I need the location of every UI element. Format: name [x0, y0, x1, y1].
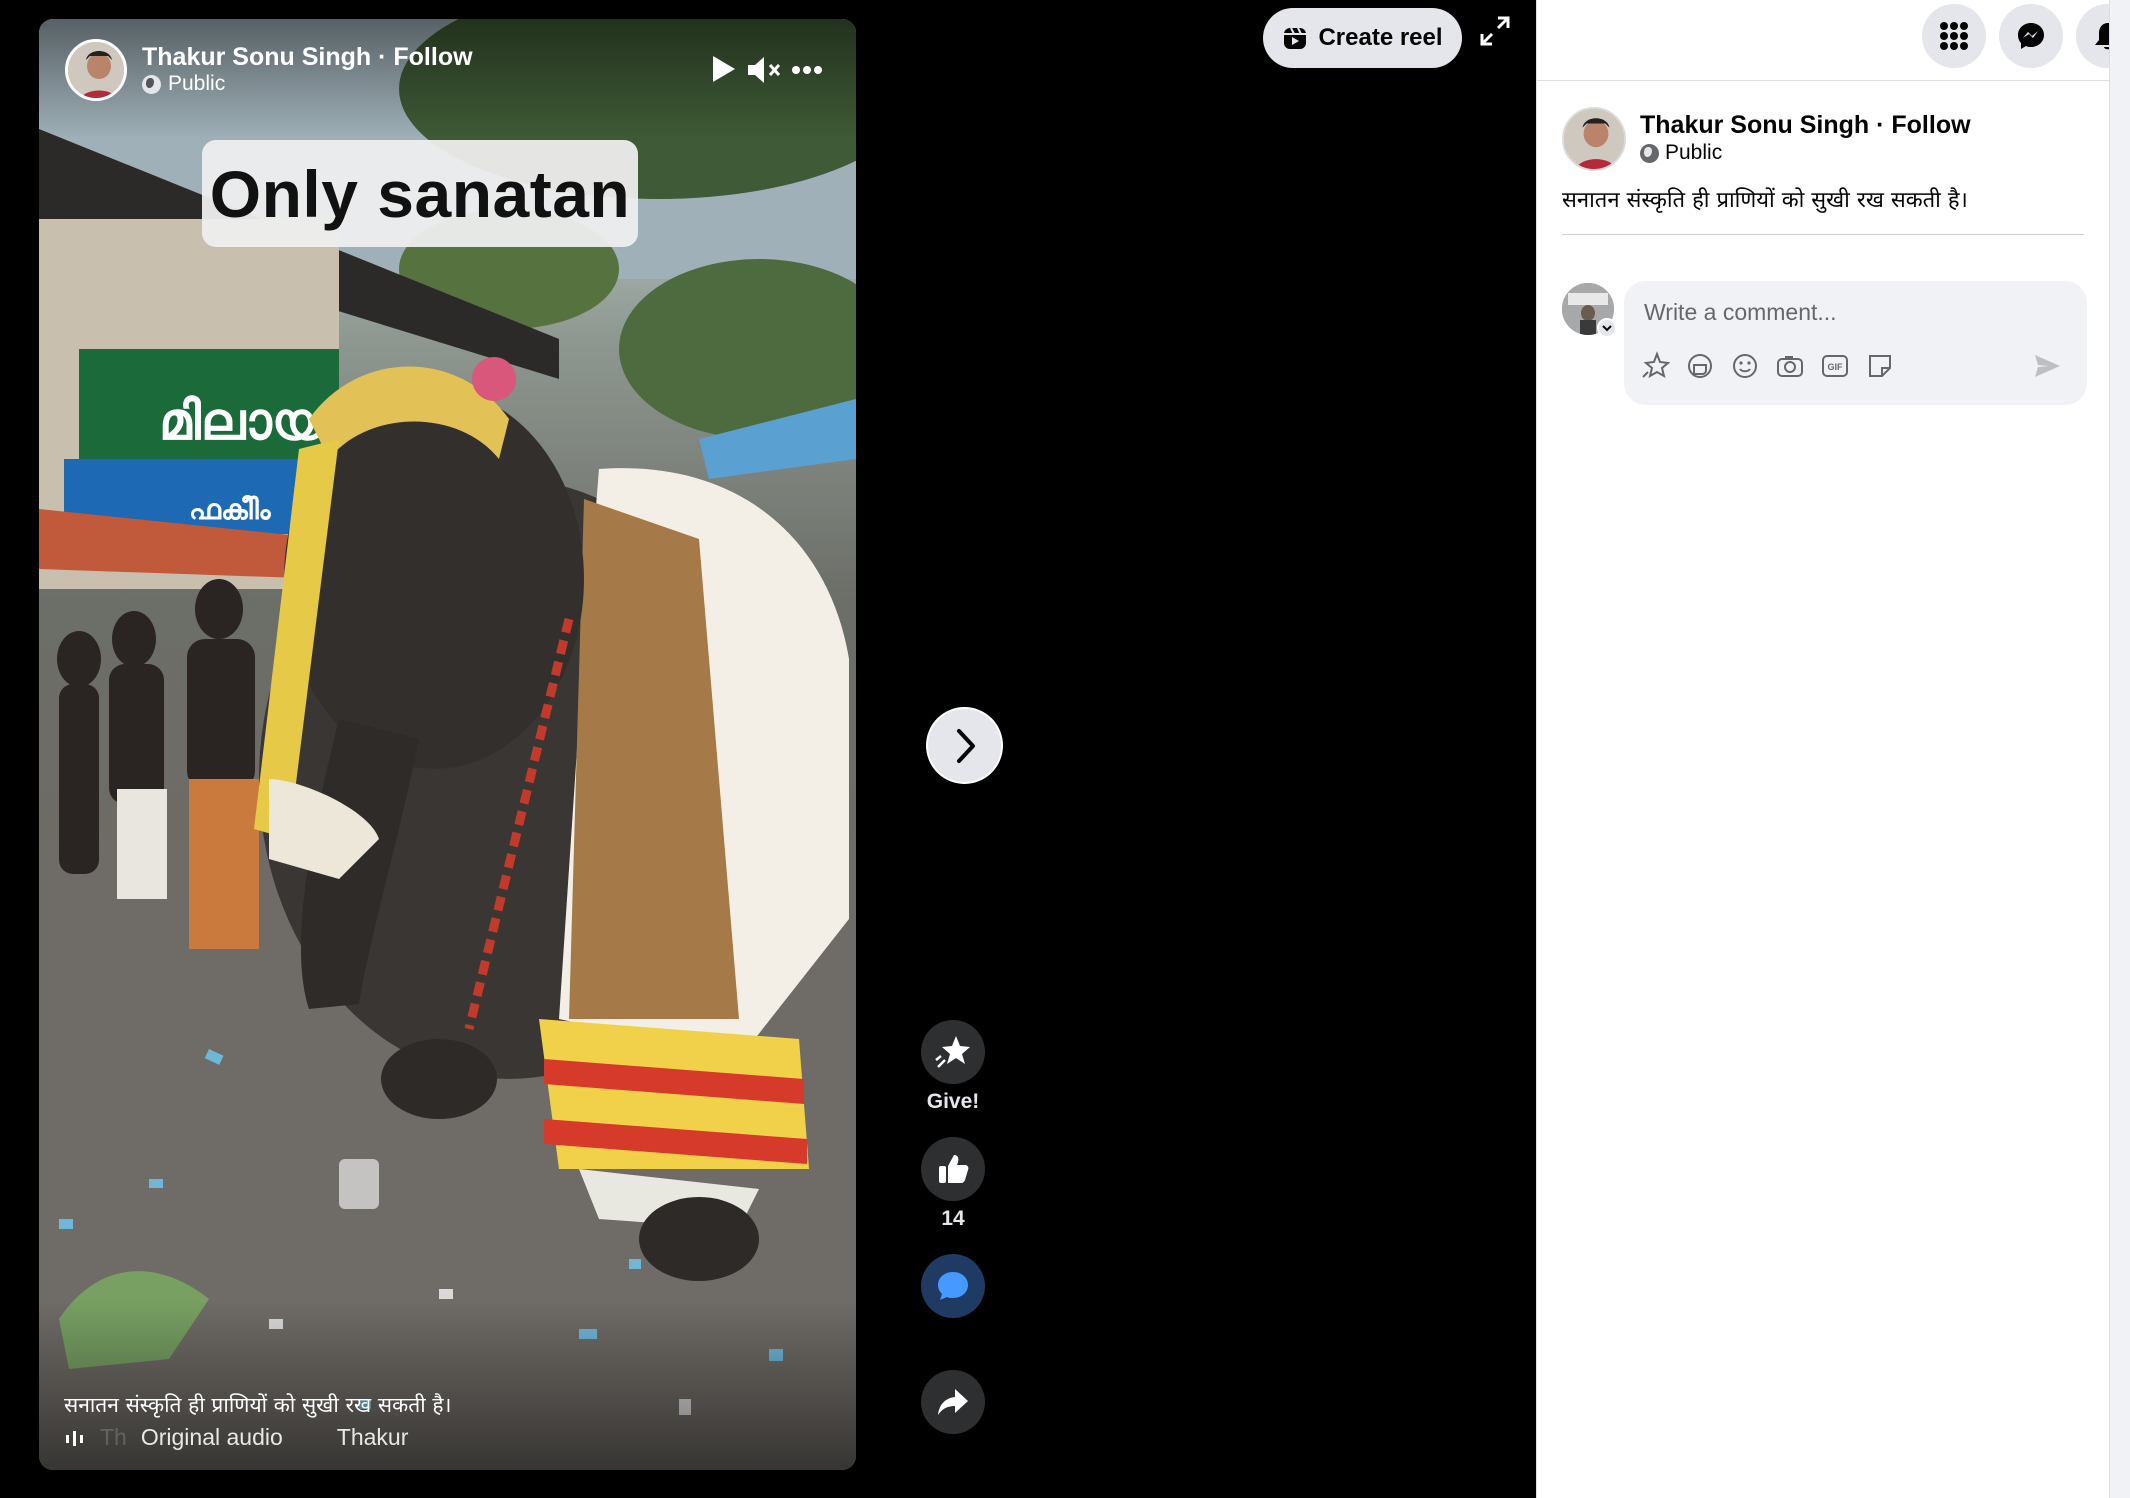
- svg-text:മിലായ: മിലായ: [159, 392, 326, 452]
- comment-composer: GIF: [1624, 281, 2087, 405]
- give-star-icon: [935, 1036, 970, 1068]
- messenger-icon: [2018, 23, 2044, 49]
- audio-label: Original audio: [140, 1424, 283, 1450]
- give-stars-button[interactable]: [921, 1020, 985, 1084]
- panel-divider: [1562, 234, 2084, 235]
- share-icon: [938, 1389, 968, 1415]
- svg-text:GIF: GIF: [1828, 362, 1844, 372]
- audio-attribution[interactable]: Th Original audio Thakur: [64, 1424, 408, 1451]
- create-reel-label: Create reel: [1318, 24, 1443, 51]
- reel-icon: [1284, 27, 1307, 49]
- privacy-label: Public: [168, 72, 226, 95]
- overlay-caption: Only sanatan: [202, 140, 638, 247]
- panel-top-bar: [1537, 0, 2130, 81]
- panel-author-photo: [1564, 109, 1624, 169]
- messenger-button[interactable]: [1999, 4, 2063, 68]
- avatar-star-icon[interactable]: [1640, 351, 1670, 381]
- panel-privacy-indicator: Public: [1640, 141, 1722, 165]
- menu-button[interactable]: [1922, 4, 1986, 68]
- like-count: 14: [941, 1207, 965, 1230]
- globe-icon: [142, 74, 161, 94]
- comment-icon: [938, 1272, 968, 1300]
- window-edge-strip: [2109, 0, 2130, 1498]
- expand-icon[interactable]: [1478, 14, 1512, 48]
- next-chevron-icon: [956, 728, 975, 763]
- reel-description: सनातन संस्कृति ही प्राणियों को सुखी रख स…: [64, 1393, 452, 1417]
- globe-icon: [1640, 143, 1659, 163]
- privacy-indicator: Public: [142, 72, 225, 96]
- comment-button[interactable]: [921, 1254, 985, 1318]
- reel-video[interactable]: മിലായ ഫകീിം Thakur Sonu Singh · Follow P…: [39, 19, 856, 1470]
- sticker-square-icon[interactable]: [1865, 351, 1895, 381]
- reel-viewer-stage: മിലായ ഫകീിം Thakur Sonu Singh · Follow P…: [0, 0, 1536, 1498]
- share-button[interactable]: [921, 1370, 985, 1434]
- panel-post-description: सनातन संस्कृति ही प्राणियों को सुखी रख स…: [1562, 188, 1968, 213]
- panel-privacy-label: Public: [1665, 141, 1723, 164]
- more-icon[interactable]: [791, 63, 823, 77]
- menu-grid-icon: [1940, 22, 1968, 50]
- sticker-icon[interactable]: [1685, 351, 1715, 381]
- profile-switch-chevron-icon[interactable]: [1597, 318, 1617, 338]
- play-icon[interactable]: [711, 54, 737, 84]
- give-label: Give!: [926, 1090, 980, 1113]
- gif-icon[interactable]: GIF: [1820, 351, 1850, 381]
- svg-text:ഫകീിം: ഫകീിം: [189, 493, 272, 526]
- audio-artist: Thakur: [336, 1424, 409, 1450]
- audio-scroll-prefix: Th: [100, 1424, 127, 1450]
- mute-icon[interactable]: [746, 55, 782, 85]
- author-avatar[interactable]: [65, 39, 127, 101]
- panel-author-name-follow[interactable]: Thakur Sonu Singh · Follow: [1640, 111, 1971, 140]
- audio-wave-icon: [66, 1430, 83, 1446]
- like-icon: [939, 1155, 969, 1183]
- create-reel-button[interactable]: Create reel: [1263, 8, 1462, 68]
- like-button[interactable]: [921, 1137, 985, 1201]
- send-icon[interactable]: [2032, 351, 2062, 381]
- next-reel-button[interactable]: [926, 707, 1003, 784]
- post-details-panel: Thakur Sonu Singh · Follow Public सनातन …: [1536, 0, 2130, 1498]
- camera-icon[interactable]: [1775, 351, 1805, 381]
- emoji-icon[interactable]: [1730, 351, 1760, 381]
- comment-input[interactable]: [1644, 295, 2044, 329]
- author-name-follow[interactable]: Thakur Sonu Singh · Follow: [142, 43, 473, 72]
- panel-author-avatar[interactable]: [1562, 107, 1626, 171]
